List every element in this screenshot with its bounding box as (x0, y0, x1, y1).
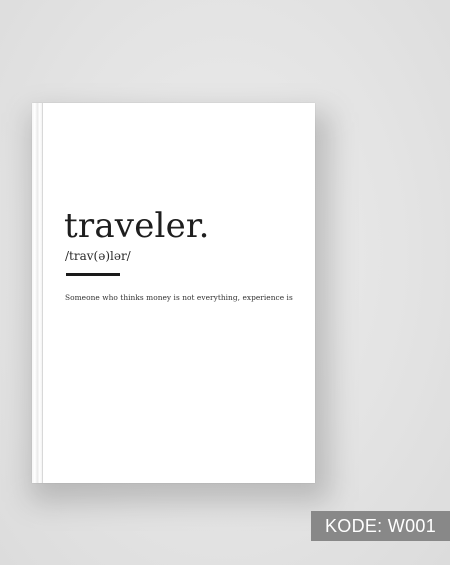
product-code-badge: KODE: W001 (311, 511, 450, 541)
phonetic-spelling: /trav(ə)lər/ (65, 249, 131, 263)
notebook-spine (32, 103, 42, 483)
notebook-cover: traveler. /trav(ə)lər/ Someone who think… (32, 103, 315, 483)
divider-rule (66, 273, 120, 276)
definition-text: Someone who thinks money is not everythi… (65, 293, 293, 302)
dictionary-word: traveler. (64, 206, 210, 246)
spine-edge-line (42, 103, 43, 483)
